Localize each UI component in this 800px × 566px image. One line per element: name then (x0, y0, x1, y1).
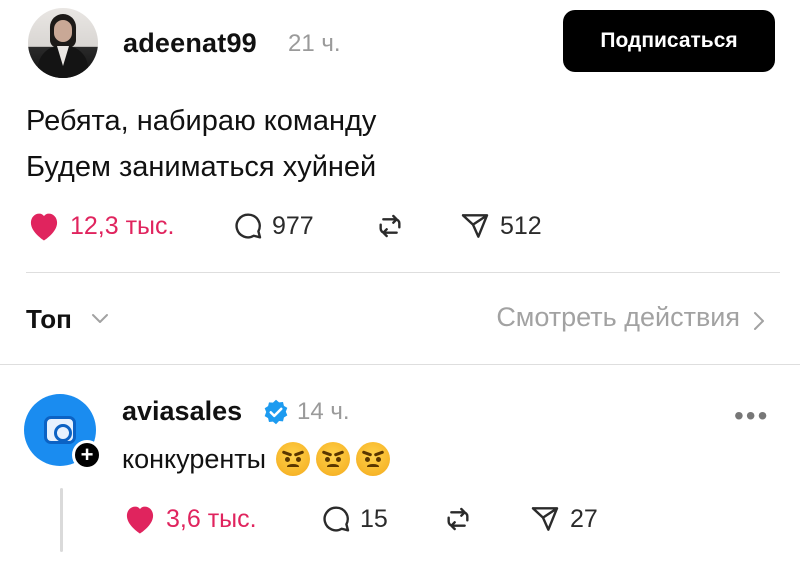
angry-face-icon (316, 442, 351, 476)
verified-badge-icon (262, 398, 290, 431)
like-button[interactable]: 12,3 тыс. (26, 210, 174, 242)
divider (0, 364, 800, 365)
reply-time: 14 ч. (297, 398, 350, 425)
reply-text-content: конкуренты (122, 443, 267, 474)
post-time: 21 ч. (288, 30, 341, 57)
heart-icon (122, 503, 158, 535)
comment-button[interactable]: 977 (232, 210, 314, 242)
chevron-down-icon[interactable] (90, 312, 110, 331)
reply-share-count: 27 (570, 504, 598, 533)
send-icon (528, 503, 562, 535)
follow-button[interactable]: Подписаться (563, 10, 775, 72)
reply-repost-button[interactable] (440, 503, 476, 535)
aviasales-logo-icon (44, 416, 76, 444)
divider (26, 272, 780, 273)
repost-button[interactable] (372, 210, 408, 242)
post-header: adeenat99 21 ч. Подписаться (28, 8, 780, 80)
repost-icon (372, 210, 408, 242)
reply-text: конкуренты (122, 442, 391, 476)
comment-icon (320, 503, 352, 535)
reply-comment-button[interactable]: 15 (320, 503, 388, 535)
user-avatar[interactable] (28, 8, 98, 78)
post-text: Ребята, набираю команду Будем заниматься… (26, 98, 376, 190)
reply-username[interactable]: aviasales (122, 396, 242, 427)
angry-face-icon (276, 442, 311, 476)
like-count: 12,3 тыс. (70, 211, 175, 240)
sort-dropdown[interactable]: Топ (26, 304, 72, 335)
thread-line (60, 488, 63, 552)
see-actions-link[interactable]: Смотреть действия (496, 302, 740, 333)
reply-comment-count: 15 (360, 504, 388, 533)
post-text-line-2: Будем заниматься хуйней (26, 151, 377, 183)
repost-icon (440, 503, 476, 535)
heart-icon (26, 210, 62, 242)
reply-share-button[interactable]: 27 (528, 503, 598, 535)
post-text-line-1: Ребята, набираю команду (26, 105, 377, 137)
comment-count: 977 (272, 211, 314, 240)
reply-like-button[interactable]: 3,6 тыс. (122, 503, 257, 535)
reply-like-count: 3,6 тыс. (166, 504, 257, 533)
send-icon (458, 210, 492, 242)
replies-sort-bar: Топ Смотреть действия (26, 298, 770, 342)
follow-plus-icon[interactable]: + (72, 440, 102, 470)
post-username[interactable]: adeenat99 (123, 28, 257, 59)
more-options-icon[interactable]: ••• (734, 400, 769, 432)
comment-icon (232, 210, 264, 242)
share-count: 512 (500, 211, 542, 240)
angry-face-icon (356, 442, 391, 476)
share-button[interactable]: 512 (458, 210, 542, 242)
chevron-right-icon[interactable] (752, 310, 766, 337)
reply-avatar[interactable]: + (24, 394, 102, 470)
